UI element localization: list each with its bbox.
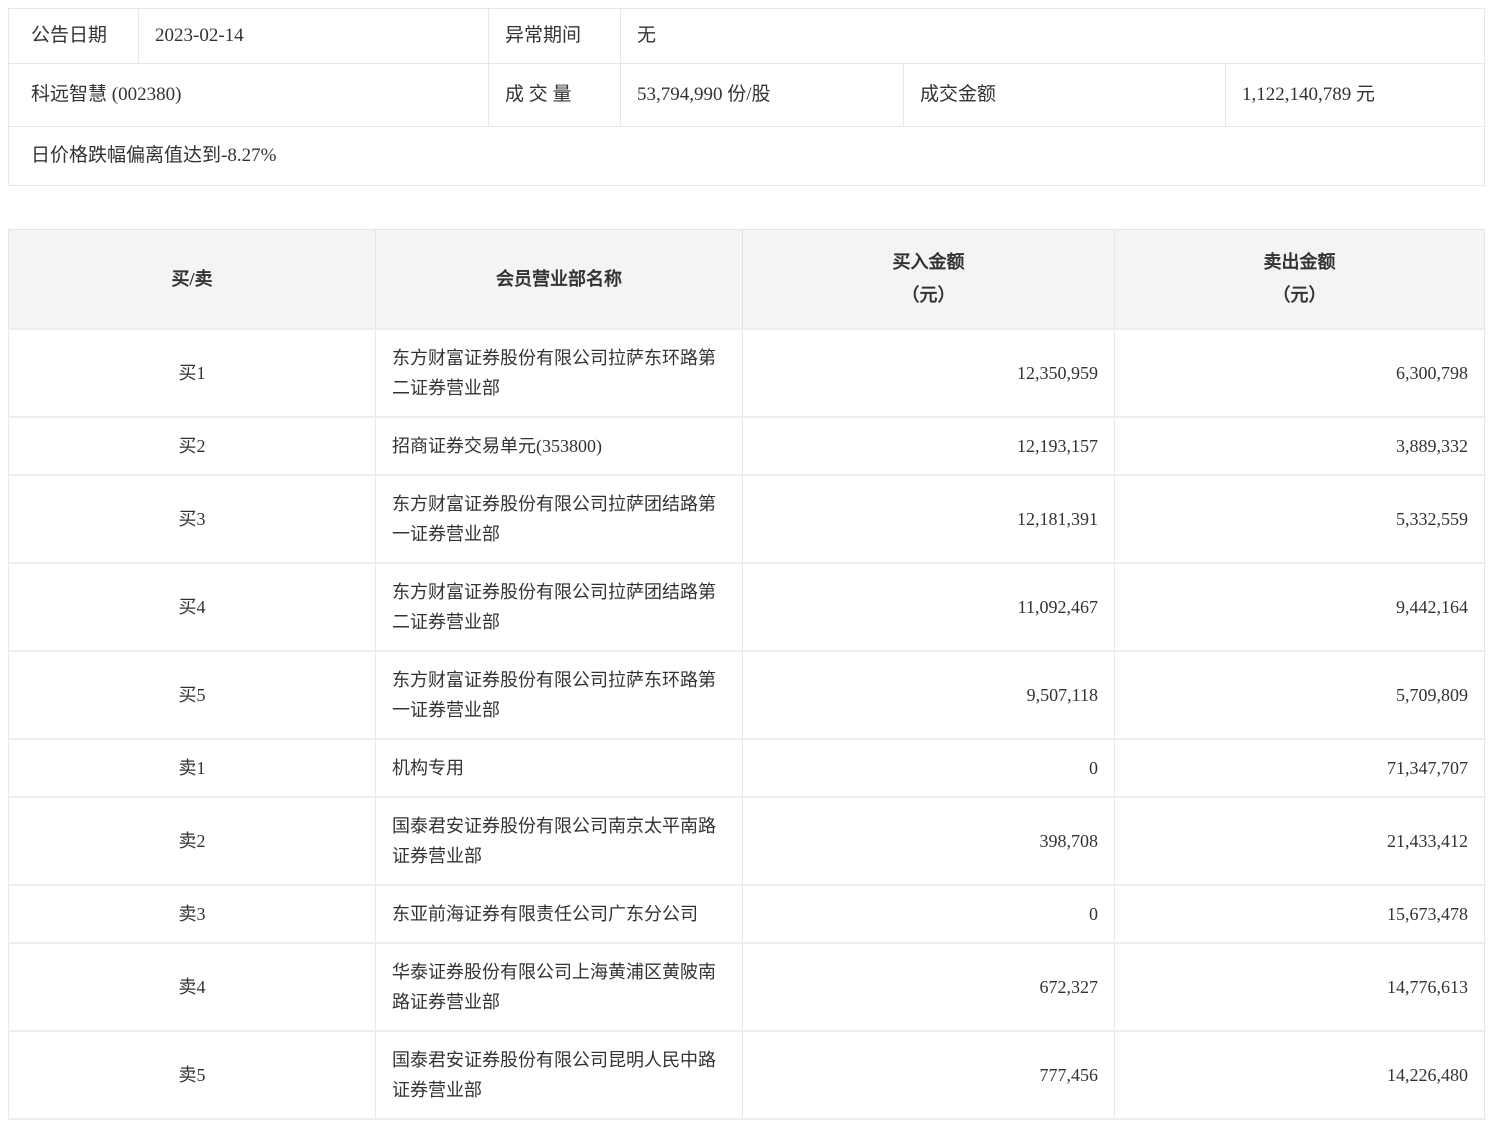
side-cell: 卖4 <box>8 942 376 1032</box>
table-row: 买1 东方财富证券股份有限公司拉萨东环路第二证券营业部 12,350,959 6… <box>8 328 1485 418</box>
branch-cell: 东方财富证券股份有限公司拉萨团结路第二证券营业部 <box>375 562 743 652</box>
branch-cell: 机构专用 <box>375 738 743 798</box>
buy-amount-cell: 672,327 <box>742 942 1115 1032</box>
turnover-value: 1,122,140,789 元 <box>1224 63 1486 127</box>
deviation-reason: 日价格跌幅偏离值达到-8.27% <box>7 126 1486 186</box>
stock-name: 科远智慧 (002380) <box>8 63 489 127</box>
buy-amount-cell: 9,507,118 <box>742 650 1115 740</box>
table-row: 买3 东方财富证券股份有限公司拉萨团结路第一证券营业部 12,181,391 5… <box>8 474 1485 564</box>
summary-row-stock: 科远智慧 (002380) 成 交 量 53,794,990 份/股 成交金额 … <box>8 63 1486 127</box>
broker-table: 买/卖 会员营业部名称 买入金额 （元） 卖出金额 （元） 买1 东方财富证券股… <box>8 229 1485 1120</box>
buy-amount-cell: 12,350,959 <box>742 328 1115 418</box>
side-cell: 买3 <box>8 474 376 564</box>
buy-amount-cell: 0 <box>742 738 1115 798</box>
branch-cell: 招商证券交易单元(353800) <box>375 416 743 476</box>
announce-date-value: 2023-02-14 <box>138 8 489 64</box>
table-row: 买4 东方财富证券股份有限公司拉萨团结路第二证券营业部 11,092,467 9… <box>8 562 1485 652</box>
sell-amount-cell: 5,709,809 <box>1114 650 1485 740</box>
turnover-label: 成交金额 <box>903 63 1226 127</box>
summary-row-reason: 日价格跌幅偏离值达到-8.27% <box>7 126 1486 186</box>
table-row: 买2 招商证券交易单元(353800) 12,193,157 3,889,332 <box>8 416 1485 476</box>
sell-amount-cell: 21,433,412 <box>1114 796 1485 886</box>
branch-cell: 国泰君安证券股份有限公司昆明人民中路证券营业部 <box>375 1030 743 1120</box>
table-row: 买5 东方财富证券股份有限公司拉萨东环路第一证券营业部 9,507,118 5,… <box>8 650 1485 740</box>
header-buy-amount: 买入金额 （元） <box>742 229 1115 330</box>
side-cell: 买5 <box>8 650 376 740</box>
buy-amount-cell: 398,708 <box>742 796 1115 886</box>
volume-value: 53,794,990 份/股 <box>620 63 904 127</box>
broker-table-body: 买1 东方财富证券股份有限公司拉萨东环路第二证券营业部 12,350,959 6… <box>8 328 1485 1120</box>
sell-amount-cell: 71,347,707 <box>1114 738 1485 798</box>
summary-table: 公告日期 2023-02-14 异常期间 无 科远智慧 (002380) 成 交… <box>7 8 1486 186</box>
buy-amount-cell: 0 <box>742 884 1115 944</box>
header-buy-amount-label: 买入金额 <box>892 252 965 272</box>
buy-amount-cell: 777,456 <box>742 1030 1115 1120</box>
table-row: 卖3 东亚前海证券有限责任公司广东分公司 0 15,673,478 <box>8 884 1485 944</box>
buy-amount-cell: 11,092,467 <box>742 562 1115 652</box>
branch-cell: 东亚前海证券有限责任公司广东分公司 <box>375 884 743 944</box>
side-cell: 买1 <box>8 328 376 418</box>
side-cell: 买4 <box>8 562 376 652</box>
abnormal-period-label: 异常期间 <box>488 8 621 64</box>
table-row: 卖5 国泰君安证券股份有限公司昆明人民中路证券营业部 777,456 14,22… <box>8 1030 1485 1120</box>
buy-amount-cell: 12,193,157 <box>742 416 1115 476</box>
volume-label: 成 交 量 <box>488 63 621 127</box>
header-side: 买/卖 <box>8 229 376 330</box>
announce-date-label: 公告日期 <box>8 8 139 64</box>
sell-amount-cell: 14,776,613 <box>1114 942 1485 1032</box>
header-sell-amount-label: 卖出金额 <box>1263 252 1336 272</box>
table-row: 卖2 国泰君安证券股份有限公司南京太平南路证券营业部 398,708 21,43… <box>8 796 1485 886</box>
table-row: 卖1 机构专用 0 71,347,707 <box>8 738 1485 798</box>
sell-amount-cell: 14,226,480 <box>1114 1030 1485 1120</box>
sell-amount-cell: 6,300,798 <box>1114 328 1485 418</box>
branch-cell: 东方财富证券股份有限公司拉萨东环路第二证券营业部 <box>375 328 743 418</box>
header-buy-amount-unit: （元） <box>901 285 956 305</box>
sell-amount-cell: 15,673,478 <box>1114 884 1485 944</box>
table-row: 卖4 华泰证券股份有限公司上海黄浦区黄陂南路证券营业部 672,327 14,7… <box>8 942 1485 1032</box>
side-cell: 卖2 <box>8 796 376 886</box>
buy-amount-cell: 12,181,391 <box>742 474 1115 564</box>
branch-cell: 东方财富证券股份有限公司拉萨团结路第一证券营业部 <box>375 474 743 564</box>
header-sell-amount: 卖出金额 （元） <box>1114 229 1485 330</box>
sell-amount-cell: 9,442,164 <box>1114 562 1485 652</box>
branch-cell: 华泰证券股份有限公司上海黄浦区黄陂南路证券营业部 <box>375 942 743 1032</box>
side-cell: 买2 <box>8 416 376 476</box>
broker-table-header-row: 买/卖 会员营业部名称 买入金额 （元） 卖出金额 （元） <box>8 229 1485 330</box>
header-sell-amount-unit: （元） <box>1272 285 1327 305</box>
side-cell: 卖3 <box>8 884 376 944</box>
side-cell: 卖1 <box>8 738 376 798</box>
header-branch: 会员营业部名称 <box>375 229 743 330</box>
sell-amount-cell: 5,332,559 <box>1114 474 1485 564</box>
sell-amount-cell: 3,889,332 <box>1114 416 1485 476</box>
branch-cell: 东方财富证券股份有限公司拉萨东环路第一证券营业部 <box>375 650 743 740</box>
summary-row-date: 公告日期 2023-02-14 异常期间 无 <box>8 8 1486 64</box>
abnormal-period-value: 无 <box>619 8 1486 64</box>
page: 公告日期 2023-02-14 异常期间 无 科远智慧 (002380) 成 交… <box>0 0 1492 1128</box>
branch-cell: 国泰君安证券股份有限公司南京太平南路证券营业部 <box>375 796 743 886</box>
side-cell: 卖5 <box>8 1030 376 1120</box>
